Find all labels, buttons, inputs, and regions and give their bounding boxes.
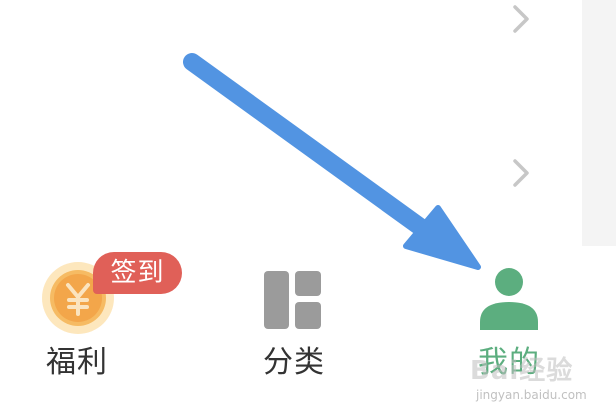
- profile-icon: [478, 268, 540, 330]
- chevron-right-icon[interactable]: [507, 155, 535, 191]
- bottom-tab-bar: 签到 福利 分类 我的: [0, 248, 616, 412]
- tab-welfare-label: 福利: [46, 345, 108, 380]
- category-grid-icon: [264, 271, 321, 329]
- tab-welfare[interactable]: 签到 福利: [0, 248, 182, 412]
- side-panel-strip: [582, 0, 616, 246]
- checkin-badge[interactable]: 签到: [93, 252, 182, 294]
- tab-category[interactable]: 分类: [212, 248, 372, 412]
- tab-category-label: 分类: [263, 345, 325, 380]
- chevron-right-icon[interactable]: [507, 1, 535, 37]
- tab-mine[interactable]: 我的: [428, 248, 588, 412]
- tab-mine-label: 我的: [478, 345, 540, 380]
